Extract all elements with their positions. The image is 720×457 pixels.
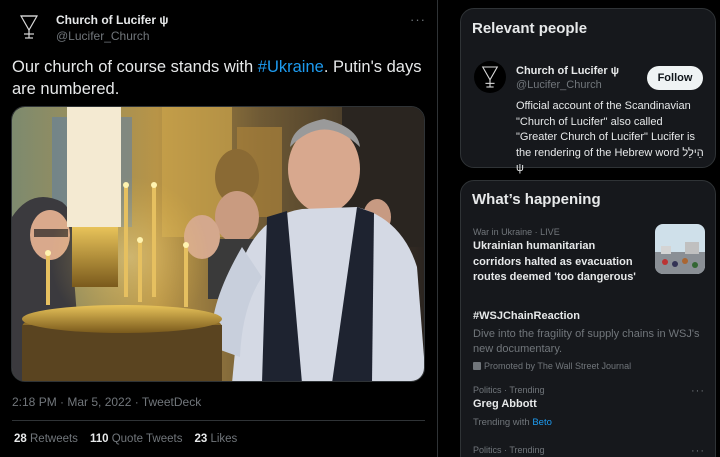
tweet-photo[interactable] [11, 106, 425, 382]
promoted-icon [473, 361, 481, 370]
trend-meta: Politics · Trending [473, 445, 545, 455]
trend-title: Ukrainian humanitarian corridors halted … [473, 240, 636, 283]
more-icon[interactable]: ··· [410, 12, 426, 27]
author-avatar[interactable] [12, 10, 46, 44]
relevant-people-card: Relevant people Church of Lucifer ψ @Luc… [460, 8, 716, 174]
more-icon[interactable]: ··· [691, 385, 705, 397]
trend-meta: Politics · Trending [473, 385, 545, 395]
person-name[interactable]: Church of Lucifer ψ [516, 65, 619, 77]
quotes-stat[interactable]: 110 Quote Tweets [90, 433, 183, 445]
trend-item[interactable]: Politics · Trending ··· [473, 445, 705, 457]
sidebar: Relevant people Church of Lucifer ψ @Luc… [448, 0, 720, 457]
person-bio: Official account of the Scandinavian "Ch… [516, 100, 704, 174]
trending-with-link[interactable]: Beto [532, 417, 552, 428]
stats-divider [12, 420, 425, 421]
trending-with: Trending with Beto [473, 415, 705, 431]
whats-happening-title: What’s happening [472, 191, 601, 208]
retweets-label: Retweets [30, 433, 78, 445]
retweets-stat[interactable]: 28 Retweets [14, 433, 78, 445]
promoted-label: Promoted by The Wall Street Journal [473, 361, 705, 371]
likes-count: 23 [194, 433, 208, 445]
author-handle[interactable]: @Lucifer_Church [56, 29, 150, 43]
person-avatar[interactable] [474, 61, 506, 93]
tweet-header: Church of Lucifer ψ @Lucifer_Church ··· [12, 10, 428, 46]
more-icon[interactable]: ··· [691, 445, 705, 457]
tweet-text: Our church of course stands with #Ukrain… [12, 56, 422, 100]
trend-title: Greg Abbott [473, 398, 537, 410]
trend-thumbnail [655, 224, 705, 274]
trend-item[interactable]: Politics · Trending ··· Greg Abbott Tren… [473, 385, 705, 430]
tweet-text-start: Our church of course stands with [12, 58, 258, 76]
retweets-count: 28 [14, 433, 27, 445]
likes-label: Likes [210, 433, 238, 445]
trending-with-label: Trending with [473, 416, 530, 428]
likes-stat[interactable]: 23 Likes [194, 433, 237, 445]
hashtag-link[interactable]: #Ukraine [258, 58, 324, 76]
lucifer-sigil-icon [19, 15, 39, 39]
tweet-timestamp[interactable]: 2:18 PM · Mar 5, 2022 · TweetDeck [12, 395, 201, 409]
trend-item[interactable]: War in Ukraine · LIVE Ukrainian humanita… [473, 224, 705, 286]
relevant-people-title: Relevant people [472, 20, 588, 37]
trend-description: Dive into the fragility of supply chains… [473, 327, 700, 356]
tweet-column: Church of Lucifer ψ @Lucifer_Church ··· … [0, 0, 438, 457]
quotes-label: Quote Tweets [111, 433, 183, 445]
trend-item-promoted[interactable]: #WSJChainReaction Dive into the fragilit… [473, 307, 705, 371]
photo-illustration [12, 107, 424, 381]
quotes-count: 110 [89, 433, 109, 445]
tweet-stats: 28 Retweets 110 Quote Tweets 23 Likes [14, 433, 237, 445]
person-handle[interactable]: @Lucifer_Church [516, 79, 602, 91]
author-name[interactable]: Church of Lucifer ψ [56, 13, 168, 27]
lucifer-sigil-icon [481, 66, 499, 88]
whats-happening-card: What’s happening War in Ukraine · LIVE U… [460, 180, 716, 457]
promoted-text: Promoted by The Wall Street Journal [484, 360, 632, 371]
trend-title: #WSJChainReaction [473, 310, 580, 322]
follow-button[interactable]: Follow [647, 66, 703, 90]
